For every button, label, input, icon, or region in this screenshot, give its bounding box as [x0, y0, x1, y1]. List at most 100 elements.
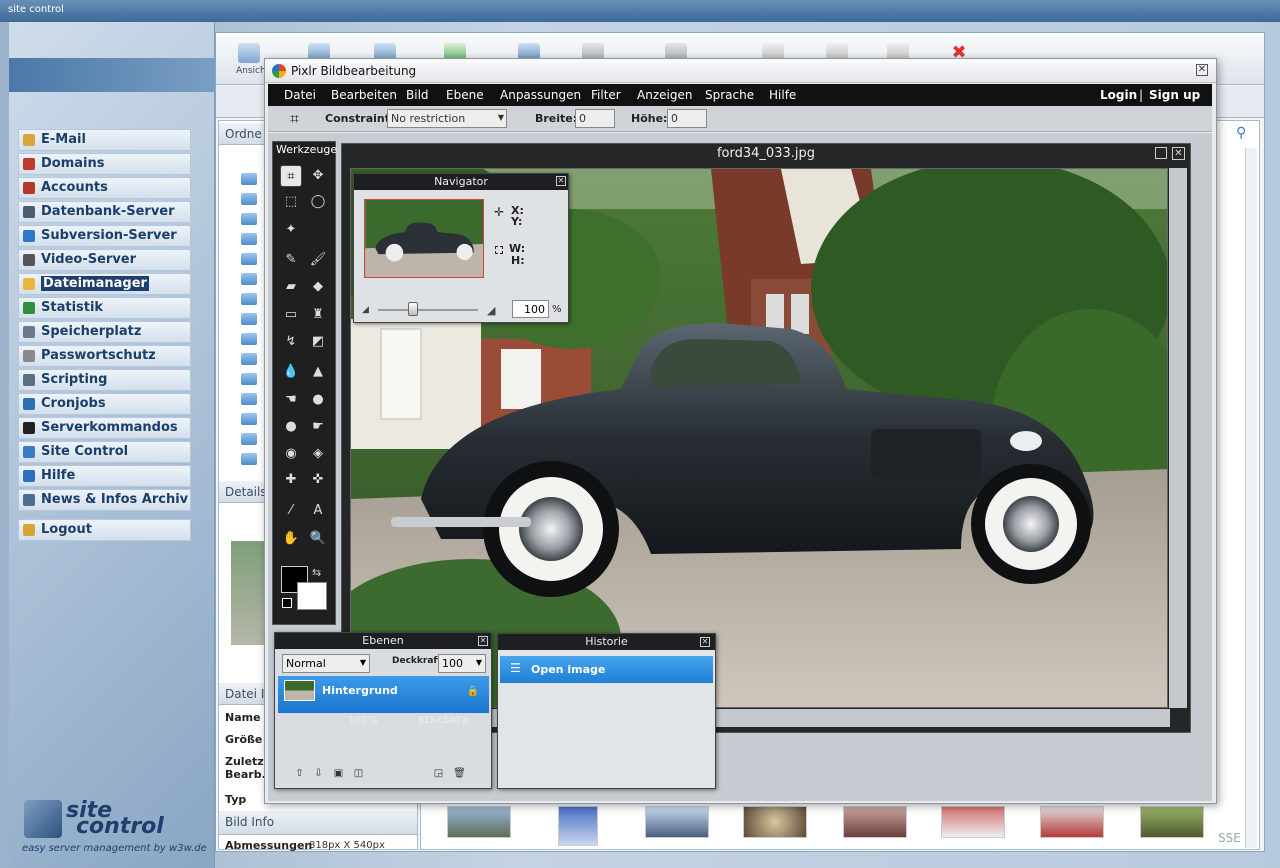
menu-item[interactable]: Ebene	[446, 88, 484, 102]
file-thumbnail[interactable]	[558, 806, 598, 846]
redeye-icon[interactable]: ◉	[280, 443, 302, 465]
hand-icon[interactable]: ✋	[280, 528, 302, 550]
menu-item[interactable]: Anzeigen	[637, 88, 692, 102]
sidebar-item[interactable]: Video-Server	[18, 249, 191, 271]
stamp-icon[interactable]: ♜	[307, 304, 329, 326]
file-thumbnail[interactable]	[1140, 806, 1204, 838]
menu-item[interactable]: Filter	[591, 88, 621, 102]
sidebar-item[interactable]: Statistik	[18, 297, 191, 319]
navigator-thumbnail[interactable]	[364, 199, 484, 278]
close-icon[interactable]: ✕	[700, 637, 710, 647]
sidebar-item[interactable]: E-Mail	[18, 129, 191, 151]
file-thumbnail[interactable]	[743, 806, 807, 838]
pinch-icon[interactable]: ✜	[307, 469, 329, 491]
tree-folder-icon[interactable]	[241, 453, 257, 465]
breite-field[interactable]: 0	[575, 109, 615, 128]
swap-colors-icon[interactable]: ⇆	[312, 566, 321, 579]
tree-folder-icon[interactable]	[241, 253, 257, 265]
maximize-icon[interactable]	[1155, 147, 1167, 159]
layer-settings-icon[interactable]: ◫	[352, 768, 365, 780]
sidebar-item[interactable]: Datenbank-Server	[18, 201, 191, 223]
sidebar-item[interactable]: Site Control	[18, 441, 191, 463]
hoehe-field[interactable]: 0	[667, 109, 707, 128]
file-thumbnail[interactable]	[645, 806, 709, 838]
blend-mode-select[interactable]: Normal ▼	[282, 654, 370, 673]
trash-icon[interactable]: 🗑	[453, 768, 466, 780]
file-thumbnail[interactable]	[941, 806, 1005, 838]
drop-icon[interactable]: 💧	[280, 361, 302, 383]
menu-item[interactable]: Anpassungen	[500, 88, 581, 102]
menu-item[interactable]: Hilfe	[769, 88, 796, 102]
brush-icon[interactable]: 🖌	[307, 249, 329, 271]
tree-folder-icon[interactable]	[241, 373, 257, 385]
tree-folder-icon[interactable]	[241, 333, 257, 345]
tree-folder-icon[interactable]	[241, 433, 257, 445]
color-replace-icon[interactable]: ↯	[280, 331, 302, 353]
tree-folder-icon[interactable]	[241, 213, 257, 225]
login-link[interactable]: Login	[1100, 88, 1137, 102]
file-thumbnail[interactable]	[843, 806, 907, 838]
sidebar-item[interactable]: Subversion-Server	[18, 225, 191, 247]
tree-folder-icon[interactable]	[241, 173, 257, 185]
smudge-icon[interactable]: ☚	[280, 389, 302, 411]
crop-icon[interactable]: ⌗	[280, 165, 302, 187]
new-layer-icon[interactable]: ◲	[432, 768, 445, 780]
file-thumbnail[interactable]	[447, 806, 511, 838]
gradient-icon[interactable]: ▭	[280, 304, 302, 326]
search-icon[interactable]: ⚲	[1236, 125, 1246, 141]
sharpen-icon[interactable]: ▲	[307, 361, 329, 383]
menu-item[interactable]: Bearbeiten	[331, 88, 397, 102]
sidebar-item[interactable]: Cronjobs	[18, 393, 191, 415]
eyedropper-icon[interactable]: ⁄	[280, 500, 302, 522]
sidebar-item[interactable]: Serverkommandos	[18, 417, 191, 439]
layer-up-icon[interactable]: ⇧	[293, 768, 306, 780]
burn-icon[interactable]: ●	[280, 416, 302, 438]
signup-link[interactable]: Sign up	[1149, 88, 1200, 102]
menu-item[interactable]: Sprache	[705, 88, 754, 102]
zoom-out-icon[interactable]: ◢	[362, 305, 369, 315]
sidebar-item[interactable]: News & Infos Archiv	[18, 489, 191, 511]
file-thumbnail[interactable]	[1040, 806, 1104, 838]
eraser-icon[interactable]: ▰	[280, 276, 302, 298]
constraint-select[interactable]: No restriction ▼	[387, 109, 507, 128]
lasso-icon[interactable]: ◯	[307, 191, 329, 213]
bandage-icon[interactable]: ◈	[307, 443, 329, 465]
tree-folder-icon[interactable]	[241, 313, 257, 325]
sidebar-item[interactable]: Logout	[18, 519, 191, 541]
opacity-field[interactable]: 100 ▼	[438, 654, 486, 673]
history-entry[interactable]: ☰ Open image	[500, 656, 713, 683]
move-icon[interactable]: ✥	[307, 165, 329, 187]
close-icon[interactable]: ✕	[1172, 147, 1185, 160]
sidebar-item[interactable]: Passwortschutz	[18, 345, 191, 367]
layer-mask-icon[interactable]: ▣	[332, 768, 345, 780]
tree-folder-icon[interactable]	[241, 353, 257, 365]
document-vertical-scrollbar[interactable]	[1169, 168, 1187, 708]
tree-folder-icon[interactable]	[241, 393, 257, 405]
zoom-field[interactable]: 100	[512, 300, 549, 318]
sidebar-item[interactable]: Dateimanager	[18, 273, 191, 295]
bucket-icon[interactable]: ◆	[307, 276, 329, 298]
menu-item[interactable]: Bild	[406, 88, 429, 102]
file-list-scrollbar[interactable]	[1245, 148, 1257, 848]
zoom-slider-thumb[interactable]	[408, 302, 418, 316]
marquee-icon[interactable]: ⬚	[280, 191, 302, 213]
tree-folder-icon[interactable]	[241, 233, 257, 245]
tree-folder-icon[interactable]	[241, 293, 257, 305]
pencil-icon[interactable]: ✎	[280, 249, 302, 271]
tree-folder-icon[interactable]	[241, 413, 257, 425]
wand-icon[interactable]: ✦	[280, 219, 302, 241]
reset-colors-icon[interactable]	[282, 598, 292, 608]
close-icon[interactable]: ✕	[1196, 64, 1208, 76]
blank-icon[interactable]	[307, 219, 329, 241]
sidebar-item[interactable]: Speicherplatz	[18, 321, 191, 343]
text-icon[interactable]: A	[307, 500, 329, 522]
zoom-slider-track[interactable]	[378, 309, 478, 311]
shape-icon[interactable]: ◩	[307, 331, 329, 353]
sidebar-item[interactable]: Accounts	[18, 177, 191, 199]
layer-down-icon[interactable]: ⇩	[312, 768, 325, 780]
background-color-swatch[interactable]	[297, 582, 327, 610]
zoom-icon[interactable]: 🔍	[307, 528, 329, 550]
close-icon[interactable]: ✕	[478, 636, 488, 646]
sponge-icon[interactable]: ●	[307, 389, 329, 411]
zoom-in-icon[interactable]: ◢	[487, 304, 495, 317]
